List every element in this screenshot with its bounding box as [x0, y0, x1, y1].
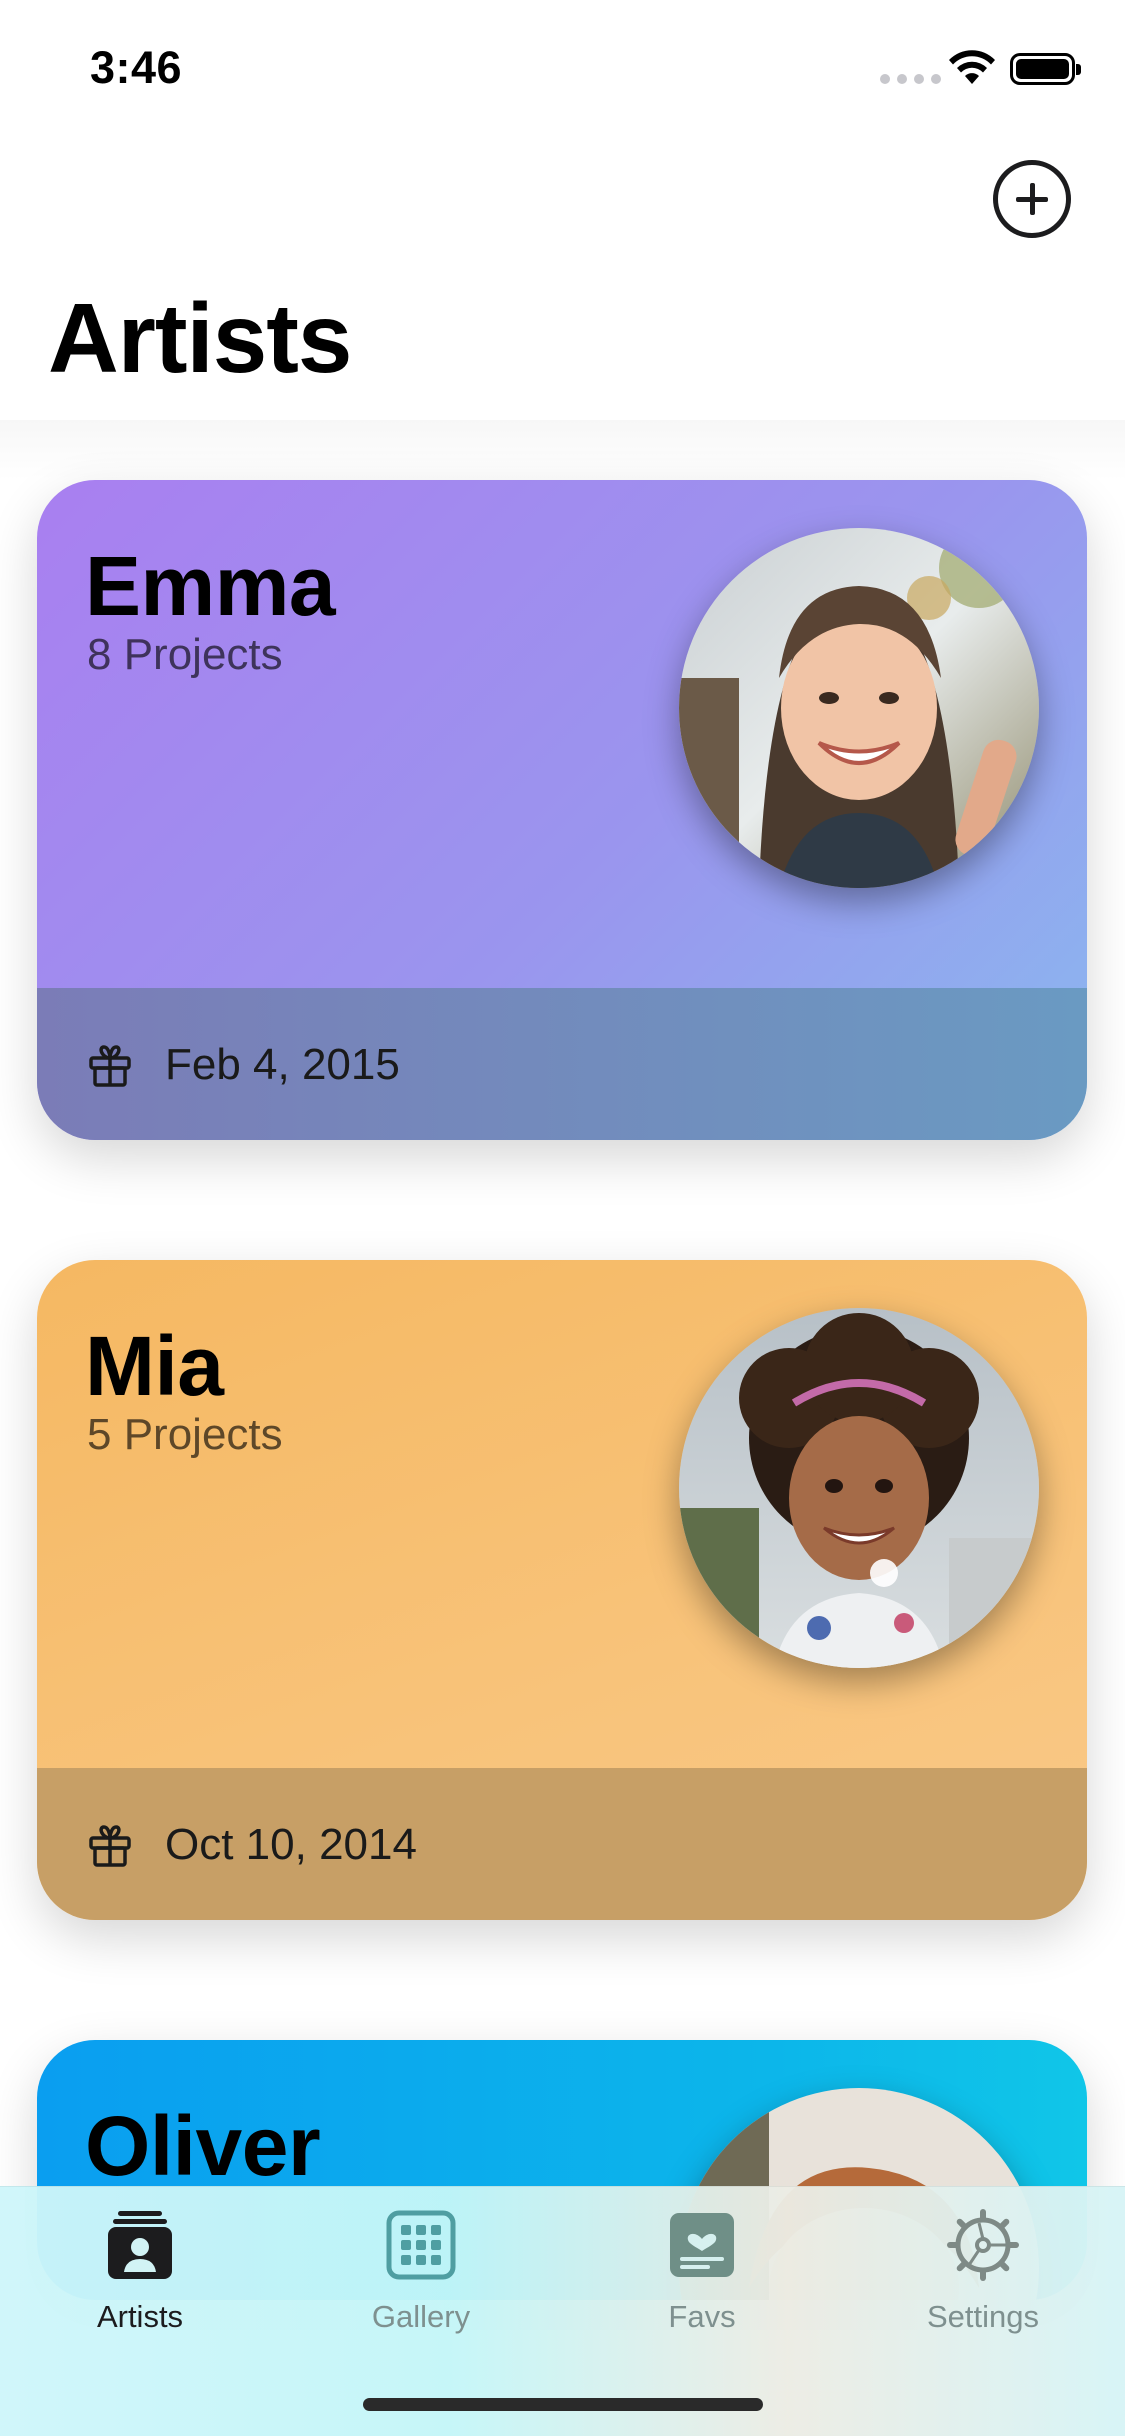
cellular-signal-icon [880, 74, 941, 84]
page-title: Artists [48, 283, 352, 393]
tab-favs[interactable]: Favs [602, 2209, 802, 2339]
avatar-photo [679, 528, 1039, 888]
card-footer: Oct 10, 2014 [37, 1768, 1087, 1920]
person-card-stack-icon [108, 2211, 172, 2279]
battery-icon [1010, 53, 1081, 85]
birthday-date: Feb 4, 2015 [165, 1040, 400, 1089]
add-artist-button[interactable] [993, 160, 1071, 238]
artist-card-mia[interactable]: Mia 5 Projects Oct 10, 2014 [37, 1260, 1087, 1920]
project-count: 8 Projects [87, 630, 283, 679]
heart-card-icon [670, 2213, 734, 2277]
home-indicator[interactable] [363, 2398, 763, 2411]
tab-label: Settings [926, 2299, 1039, 2334]
project-count: 5 Projects [87, 1410, 283, 1459]
avatar [679, 528, 1039, 888]
tab-label: Gallery [371, 2299, 471, 2334]
avatar-photo [679, 1308, 1039, 1668]
gift-icon [89, 1825, 131, 1867]
grid-icon [386, 2210, 456, 2280]
card-footer: Feb 4, 2015 [37, 988, 1087, 1140]
artist-name: Mia [85, 1319, 224, 1413]
artist-name: Oliver [85, 2099, 321, 2193]
gear-icon [947, 2209, 1019, 2281]
status-bar: 3:46 [0, 0, 1125, 132]
tab-gallery[interactable]: Gallery [321, 2209, 521, 2339]
wifi-icon [949, 50, 995, 84]
tab-label: Favs [668, 2299, 736, 2334]
tab-artists[interactable]: Artists [40, 2209, 240, 2339]
status-time: 3:46 [90, 42, 183, 93]
birthday-date: Oct 10, 2014 [165, 1820, 417, 1869]
avatar [679, 1308, 1039, 1668]
artist-card-emma[interactable]: Emma 8 Projects Feb 4, 2015 [37, 480, 1087, 1140]
gift-icon [89, 1045, 131, 1087]
tab-label: Artists [96, 2299, 184, 2334]
artist-name: Emma [85, 539, 336, 633]
tab-settings[interactable]: Settings [883, 2209, 1083, 2339]
